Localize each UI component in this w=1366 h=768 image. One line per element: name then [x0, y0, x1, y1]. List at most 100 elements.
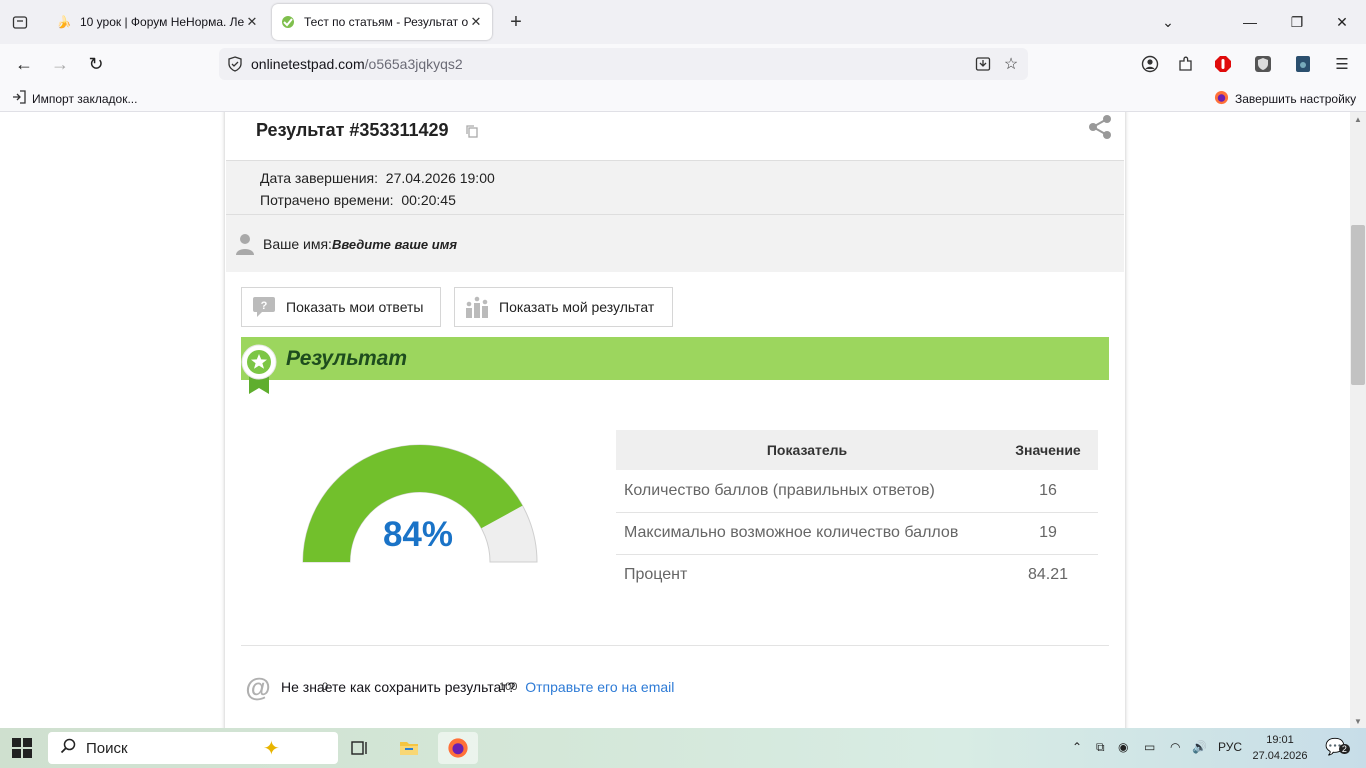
result-card: Результат #353311429 Дата завершения: 27…: [225, 112, 1125, 728]
reload-icon[interactable]: ↻: [84, 52, 108, 76]
minimize-icon[interactable]: —: [1236, 8, 1264, 36]
gauge-percent: 84%: [382, 515, 454, 554]
tab-forum[interactable]: 🍌 10 урок | Форум НеНорма. Ле ✕: [48, 4, 268, 40]
result-title: Результат #353311429: [256, 120, 449, 140]
bookmarks-bar: Импорт закладок... Завершить настройку: [0, 84, 1366, 112]
tab-title: 10 урок | Форум НеНорма. Ле: [80, 15, 244, 29]
finish-setup-label: Завершить настройку: [1235, 92, 1357, 106]
send-email-link[interactable]: Отправьте его на email: [525, 679, 674, 695]
url-path: /o565a3jqkyqs2: [364, 56, 463, 72]
taskbar-clock[interactable]: 19:01 27.04.2026: [1247, 732, 1313, 764]
tab-list-icon[interactable]: [8, 10, 32, 34]
row-value: 19: [998, 512, 1098, 555]
result-section-banner: Результат: [241, 337, 1109, 380]
menu-icon[interactable]: ☰: [1332, 54, 1352, 74]
show-result-button[interactable]: Показать мой результат: [454, 287, 673, 327]
list-all-tabs-icon[interactable]: ⌄: [1154, 8, 1182, 36]
tray-app-icon[interactable]: ⧉: [1096, 740, 1105, 755]
clock-date: 27.04.2026: [1252, 750, 1308, 762]
finish-setup[interactable]: Завершить настройку: [1214, 90, 1356, 108]
row-name: Максимально возможное количество баллов: [616, 512, 998, 555]
close-tab-icon[interactable]: ✕: [244, 14, 260, 30]
at-sign-icon: @: [245, 671, 271, 702]
scroll-down-icon[interactable]: ▼: [1352, 716, 1364, 726]
windows-start-icon[interactable]: [12, 738, 32, 758]
account-icon[interactable]: [1140, 54, 1160, 74]
row-value: 16: [998, 470, 1098, 513]
url-host: onlinetestpad.com: [251, 56, 365, 72]
time-spent-value: 00:20:45: [401, 192, 456, 208]
table-row: Процент 84.21: [616, 554, 1098, 596]
forum-favicon-icon: 🍌: [56, 15, 72, 29]
navigation-bar: ← → ↻ onlinetestpad.com/o565a3jqkyqs2 ☆ …: [0, 44, 1366, 84]
close-tab-icon[interactable]: ✕: [468, 14, 484, 30]
result-meta: Дата завершения: 27.04.2026 19:00 Потрач…: [226, 160, 1124, 215]
show-answers-button[interactable]: ? Показать мои ответы: [241, 287, 441, 327]
page-viewport: Результат #353311429 Дата завершения: 27…: [0, 112, 1350, 728]
time-spent-label: Потрачено времени:: [260, 192, 394, 208]
adblock-extension-icon[interactable]: [1213, 54, 1233, 74]
header-indicator: Показатель: [616, 430, 998, 470]
tab-test-result[interactable]: Тест по статьям - Результат он ✕: [272, 4, 492, 40]
name-label: Ваше имя:: [263, 236, 332, 252]
file-explorer-icon[interactable]: [389, 732, 429, 764]
extensions-icon[interactable]: [1176, 54, 1196, 74]
email-prompt: @ Не знаете как сохранить результат? Отп…: [245, 671, 674, 702]
scrollbar-thumb[interactable]: [1351, 225, 1365, 385]
copilot-sparkle-icon: ✦: [263, 738, 280, 760]
import-bookmarks[interactable]: Импорт закладок...: [12, 90, 137, 107]
svg-text:?: ?: [261, 300, 268, 312]
show-hidden-icons-icon[interactable]: ⌃: [1072, 740, 1082, 754]
table-row: Количество баллов (правильных ответов) 1…: [616, 470, 1098, 513]
notifications-icon[interactable]: 💬2: [1325, 737, 1350, 757]
firefox-taskbar-icon[interactable]: [438, 732, 478, 764]
name-field: Ваше имя:Введите ваше имя: [263, 236, 457, 252]
time-spent-row: Потрачено времени: 00:20:45: [260, 192, 456, 208]
shield-extension-icon[interactable]: [1253, 54, 1273, 74]
search-icon: [60, 738, 76, 758]
user-icon: [236, 234, 254, 255]
forward-icon[interactable]: →: [48, 52, 72, 76]
table-row: Максимально возможное количество баллов …: [616, 512, 1098, 555]
onlinetestpad-favicon-icon: [280, 14, 296, 30]
email-question: Не знаете как сохранить результат?: [281, 679, 516, 695]
show-answers-label: Показать мои ответы: [286, 299, 424, 315]
import-icon: [12, 90, 26, 107]
question-bubble-icon: ?: [253, 297, 275, 317]
row-name: Процент: [624, 566, 688, 584]
tray-update-icon[interactable]: ◉: [1118, 740, 1128, 754]
score-gauge: [302, 444, 538, 563]
name-input[interactable]: Введите ваше имя: [332, 237, 457, 252]
save-to-pocket-icon[interactable]: [975, 56, 991, 72]
name-row: Ваше имя:Введите ваше имя: [226, 215, 1124, 272]
back-icon[interactable]: ←: [12, 52, 36, 76]
header-value: Значение: [998, 430, 1098, 470]
task-view-icon[interactable]: [340, 732, 380, 764]
result-section-title: Результат: [286, 347, 408, 370]
taskbar-search[interactable]: Поиск ✦: [48, 732, 338, 764]
extension-icon[interactable]: [1293, 54, 1313, 74]
page-scrollbar[interactable]: [1350, 112, 1366, 728]
battery-icon[interactable]: ▭: [1144, 740, 1155, 754]
search-placeholder: Поиск: [86, 739, 128, 757]
language-indicator[interactable]: РУС: [1218, 740, 1242, 754]
site-security-icon[interactable]: [227, 56, 243, 72]
windows-taskbar: Поиск ✦ ⌃ ⧉ ◉ ▭ ◠ 🔊 РУС 19:01 27.04.2026…: [0, 728, 1366, 768]
url-bar[interactable]: onlinetestpad.com/o565a3jqkyqs2 ☆: [219, 48, 1028, 80]
import-bookmarks-label: Импорт закладок...: [32, 91, 138, 106]
row-value: 84.21: [1027, 566, 1069, 584]
new-tab-icon[interactable]: +: [504, 10, 528, 34]
restore-icon[interactable]: ❐: [1283, 8, 1311, 36]
completion-date-row: Дата завершения: 27.04.2026 19:00: [260, 170, 495, 186]
section-divider: [241, 645, 1109, 646]
award-badge-icon: [241, 344, 277, 394]
copy-icon[interactable]: [465, 124, 479, 138]
bookmark-star-icon[interactable]: ☆: [1003, 56, 1019, 73]
scroll-up-icon[interactable]: ▲: [1352, 114, 1364, 124]
firefox-icon: [1214, 90, 1229, 108]
close-window-icon[interactable]: ✕: [1328, 8, 1356, 36]
volume-icon[interactable]: 🔊: [1192, 740, 1207, 754]
wifi-icon[interactable]: ◠: [1170, 740, 1180, 754]
share-icon[interactable]: [1087, 114, 1113, 140]
row-name: Количество баллов (правильных ответов): [616, 470, 998, 513]
